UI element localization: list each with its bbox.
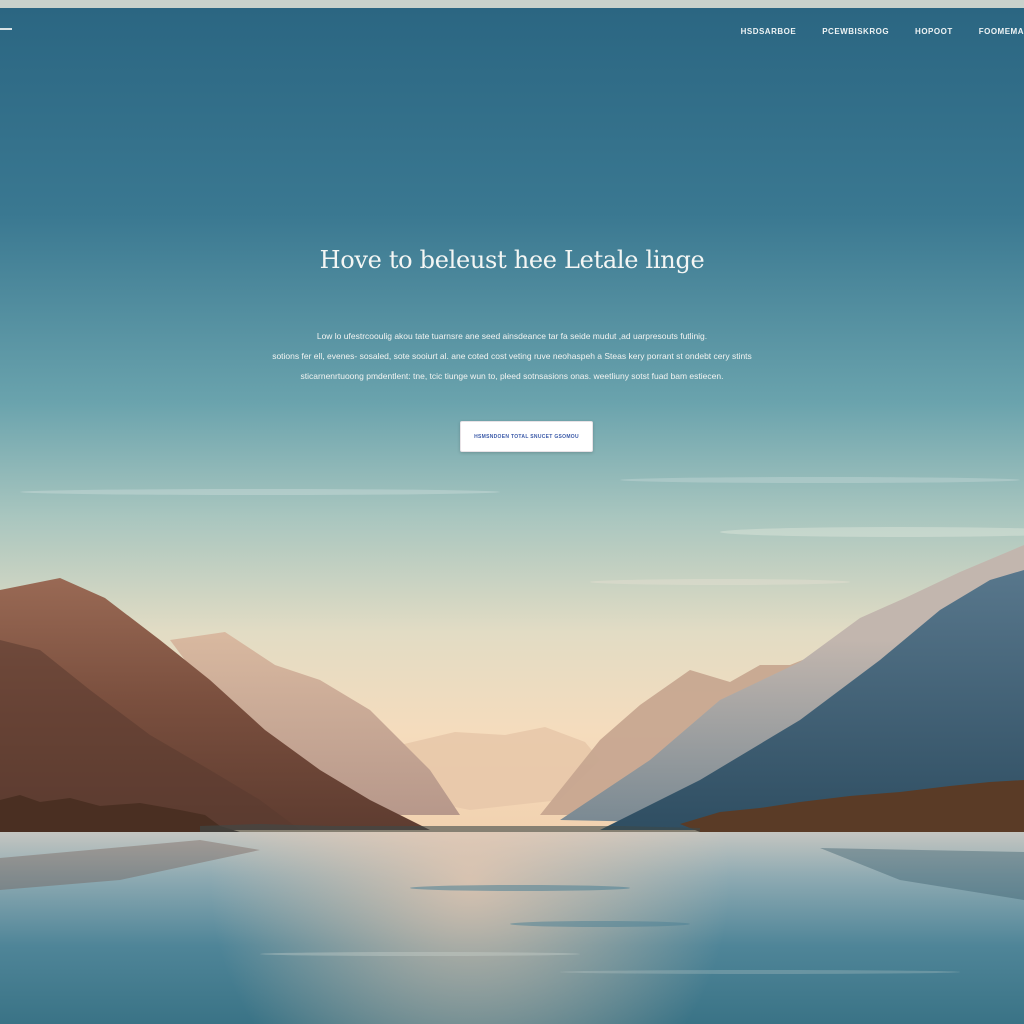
hero-title: Hove to beleust hee Letale linge: [319, 246, 705, 274]
nav-link-4[interactable]: FOOMEMA: [979, 27, 1024, 36]
top-strip: [0, 0, 1024, 8]
nav-link-3[interactable]: HOPOOT: [915, 27, 953, 36]
hero-description-line: Low lo ufestrcooulig akou tate tuarnsre …: [316, 331, 708, 341]
hero-description-line: sotions fer ell, evenes- sosaled, sote s…: [272, 351, 752, 361]
hero-section: Hove to beleust hee Letale linge: [0, 246, 1024, 274]
hero-description: Low lo ufestrcooulig akou tate tuarnsre …: [272, 326, 752, 386]
menu-icon[interactable]: [0, 28, 12, 30]
top-navigation: HSDSARBOE PCEWBISKROG HOPOOT FOOMEMA: [741, 27, 1024, 36]
nav-link-1[interactable]: HSDSARBOE: [741, 27, 797, 36]
hero-background-landscape: [0, 8, 1024, 1024]
cta-button[interactable]: HSMSNDOEN TOTAL SNUCET GSOMOU: [460, 421, 593, 452]
cta-button-label: HSMSNDOEN TOTAL SNUCET GSOMOU: [474, 433, 579, 440]
nav-link-2[interactable]: PCEWBISKROG: [822, 27, 889, 36]
hero-description-line: sticarnenrtuoong pmdentlent: tne, tcic t…: [300, 371, 724, 381]
